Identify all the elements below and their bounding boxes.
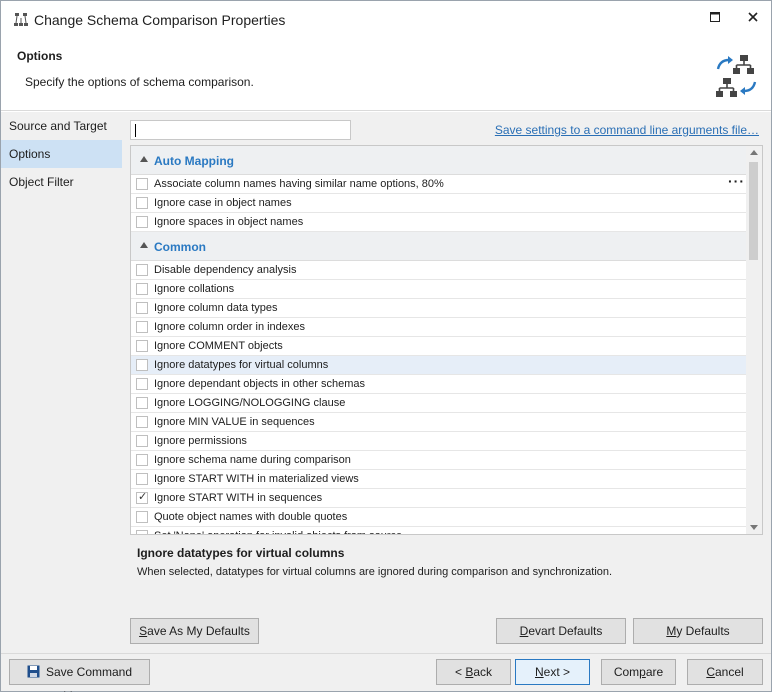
- option-row[interactable]: Ignore column order in indexes: [131, 318, 747, 337]
- scroll-thumb[interactable]: [749, 162, 758, 260]
- option-label: Ignore LOGGING/NOLOGGING clause: [154, 397, 346, 409]
- option-group-label: Common: [154, 240, 206, 254]
- description-title: Ignore datatypes for virtual columns: [137, 546, 345, 560]
- option-checkbox[interactable]: [136, 197, 148, 209]
- floppy-disk-icon: [27, 665, 40, 678]
- option-checkbox[interactable]: [136, 264, 148, 276]
- compare-button[interactable]: Compare: [601, 659, 676, 685]
- schema-compare-app-icon: [14, 13, 28, 26]
- option-label: Ignore dependant objects in other schema…: [154, 378, 365, 390]
- option-label: Ignore START WITH in sequences: [154, 492, 323, 504]
- option-label: Quote object names with double quotes: [154, 511, 348, 523]
- text-caret: [135, 124, 136, 137]
- option-row[interactable]: Quote object names with double quotes: [131, 508, 747, 527]
- nav-item-source-and-target[interactable]: Source and Target: [1, 112, 122, 140]
- option-label: Disable dependency analysis: [154, 264, 297, 276]
- option-row[interactable]: Ignore MIN VALUE in sequences: [131, 413, 747, 432]
- options-list: Auto Mapping Associate column names havin…: [131, 146, 747, 534]
- nav-item-object-filter[interactable]: Object Filter: [1, 168, 122, 196]
- vertical-scrollbar[interactable]: [746, 146, 762, 534]
- options-grid: Auto Mapping Associate column names havin…: [130, 145, 763, 535]
- save-command-line-button[interactable]: Save Command Line...: [9, 659, 150, 692]
- option-checkbox[interactable]: [136, 359, 148, 371]
- option-label: Associate column names having similar na…: [154, 178, 444, 190]
- option-row[interactable]: Ignore collations: [131, 280, 747, 299]
- save-as-my-defaults-button[interactable]: Save As My Defaults: [130, 618, 259, 644]
- cancel-button[interactable]: Cancel: [687, 659, 763, 685]
- option-group-header[interactable]: Common: [131, 232, 747, 261]
- description-text: When selected, datatypes for virtual col…: [137, 566, 613, 578]
- schema-sync-icon: [716, 55, 757, 97]
- back-button[interactable]: < Back: [436, 659, 511, 685]
- my-defaults-button[interactable]: My Defaults: [633, 618, 763, 644]
- option-group-header[interactable]: Auto Mapping: [131, 146, 747, 175]
- close-icon[interactable]: [741, 7, 765, 27]
- option-row[interactable]: Ignore START WITH in materialized views: [131, 470, 747, 489]
- option-row[interactable]: Ignore permissions: [131, 432, 747, 451]
- option-checkbox[interactable]: [136, 454, 148, 466]
- checkmark-icon: ✓: [138, 491, 148, 503]
- option-label: Ignore column data types: [154, 302, 278, 314]
- more-options-icon[interactable]: ···: [728, 173, 745, 189]
- page-header: Options Specify the options of schema co…: [1, 39, 771, 111]
- option-row[interactable]: Set 'None' operation for invalid objects…: [131, 527, 747, 534]
- search-input[interactable]: [130, 120, 351, 140]
- option-checkbox[interactable]: [136, 435, 148, 447]
- option-checkbox[interactable]: ✓: [136, 491, 148, 504]
- option-label: Ignore collations: [154, 283, 235, 295]
- page-title: Options: [17, 49, 63, 63]
- option-label: Ignore case in object names: [154, 197, 292, 209]
- option-checkbox[interactable]: [136, 340, 148, 352]
- option-row[interactable]: Ignore case in object names: [131, 194, 747, 213]
- option-checkbox[interactable]: [136, 397, 148, 409]
- option-row[interactable]: Ignore datatypes for virtual columns: [131, 356, 747, 375]
- option-checkbox[interactable]: [136, 321, 148, 333]
- maximize-icon[interactable]: [703, 7, 727, 27]
- nav-item-options[interactable]: Options: [1, 140, 122, 168]
- option-checkbox[interactable]: [136, 283, 148, 295]
- option-label: Ignore MIN VALUE in sequences: [154, 416, 315, 428]
- option-label: Ignore datatypes for virtual columns: [154, 359, 329, 371]
- devart-defaults-button[interactable]: Devart Defaults: [496, 618, 626, 644]
- next-button[interactable]: Next >: [515, 659, 590, 685]
- option-row[interactable]: Ignore column data types: [131, 299, 747, 318]
- option-label: Ignore permissions: [154, 435, 247, 447]
- title-bar: Change Schema Comparison Properties: [1, 1, 771, 39]
- save-settings-link[interactable]: Save settings to a command line argument…: [495, 123, 759, 137]
- option-label: Ignore spaces in object names: [154, 216, 304, 228]
- option-label: Ignore START WITH in materialized views: [154, 473, 359, 485]
- option-description: Ignore datatypes for virtual columns Whe…: [137, 546, 757, 578]
- option-checkbox[interactable]: [136, 416, 148, 428]
- option-checkbox[interactable]: [136, 511, 148, 523]
- option-row[interactable]: Disable dependency analysis: [131, 261, 747, 280]
- option-checkbox[interactable]: [136, 216, 148, 228]
- option-checkbox[interactable]: [136, 178, 148, 190]
- collapse-triangle-icon[interactable]: [140, 242, 148, 248]
- option-label: Ignore column order in indexes: [154, 321, 306, 333]
- option-row[interactable]: Ignore LOGGING/NOLOGGING clause: [131, 394, 747, 413]
- scroll-up-icon[interactable]: [750, 150, 758, 155]
- page-subtitle: Specify the options of schema comparison…: [25, 75, 254, 89]
- option-checkbox[interactable]: [136, 378, 148, 390]
- option-checkbox[interactable]: [136, 302, 148, 314]
- options-nav: Source and Target Options Object Filter: [1, 112, 122, 653]
- option-label: Ignore COMMENT objects: [154, 340, 283, 352]
- option-label: Set 'None' operation for invalid objects…: [154, 530, 402, 534]
- option-row[interactable]: Ignore schema name during comparison: [131, 451, 747, 470]
- option-row[interactable]: Ignore dependant objects in other schema…: [131, 375, 747, 394]
- option-row[interactable]: Ignore COMMENT objects: [131, 337, 747, 356]
- collapse-triangle-icon[interactable]: [140, 156, 148, 162]
- option-label: Ignore schema name during comparison: [154, 454, 351, 466]
- option-checkbox[interactable]: [136, 530, 148, 534]
- option-row[interactable]: Associate column names having similar na…: [131, 173, 747, 194]
- option-row[interactable]: ✓ Ignore START WITH in sequences: [131, 489, 747, 508]
- option-row[interactable]: Ignore spaces in object names: [131, 213, 747, 232]
- window-title: Change Schema Comparison Properties: [34, 12, 286, 28]
- dialog-window: Change Schema Comparison Properties Opti…: [0, 0, 772, 692]
- scroll-down-icon[interactable]: [750, 525, 758, 530]
- option-checkbox[interactable]: [136, 473, 148, 485]
- option-group-label: Auto Mapping: [154, 154, 234, 168]
